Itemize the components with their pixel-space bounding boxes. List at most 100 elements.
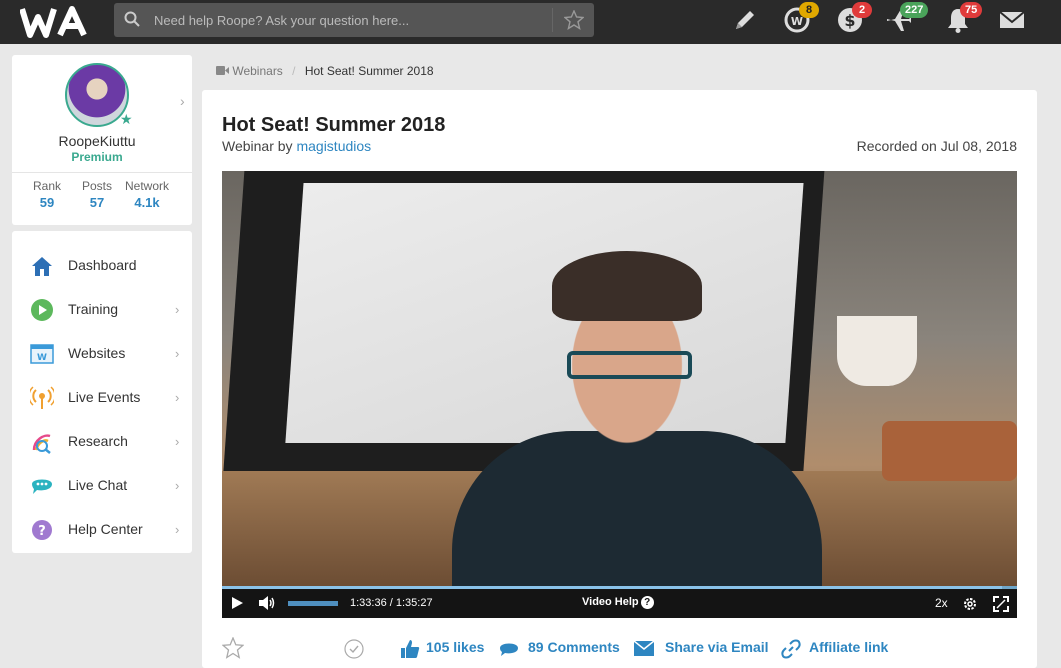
video-camera-icon [216,64,232,78]
breadcrumb: Webinars / Hot Seat! Summer 2018 [216,64,434,78]
chevron-right-icon: › [175,346,180,361]
plane-icon[interactable]: 227 [884,2,929,36]
breadcrumb-current: Hot Seat! Summer 2018 [304,64,434,78]
share-email-button[interactable]: Share via Email [665,639,769,655]
sidebar-item-research[interactable]: Research › [12,420,192,464]
search-input[interactable] [154,3,554,37]
membership-level: Premium [71,150,123,164]
chevron-right-icon: › [175,434,180,449]
stat-label: Rank [32,179,61,193]
affiliate-link-button[interactable]: Affiliate link [809,639,888,655]
breadcrumb-separator: / [292,64,296,78]
sidebar-item-websites[interactable]: W Websites › [12,332,192,376]
video-mousepad-graphic [882,421,1017,481]
sidebar-item-label: Dashboard [68,257,137,273]
chevron-right-icon: › [175,522,180,537]
sidebar-nav: Dashboard Training › W Websites › Live E… [12,231,192,553]
webinar-actions: 105 likes 89 Comments Share via Email Af… [221,635,1017,664]
stat-label: Network [124,179,169,193]
stat-value: 4.1k [134,195,160,210]
sidebar-item-help-center[interactable]: ? Help Center › [12,508,192,552]
home-icon [30,254,54,278]
divider [12,172,192,173]
top-bar: W 8 $ 2 227 75 [0,0,1061,44]
settings-gear-icon[interactable] [962,596,978,617]
video-frame[interactable] [222,171,1017,618]
video-progress-bar[interactable] [222,586,1017,589]
profile-card[interactable]: ★ › RoopeKiuttu Premium Rank 59 Posts 57… [12,55,192,225]
sidebar-item-training[interactable]: Training › [12,288,192,332]
comment-icon[interactable] [498,641,520,662]
video-player[interactable]: 1:33:36 / 1:35:27 Video Help? 2x [222,171,1017,618]
broadcast-icon [28,386,56,410]
video-controls: 1:33:36 / 1:35:27 Video Help? 2x [222,586,1017,618]
website-icon: W [30,342,54,366]
volume-slider[interactable] [288,601,338,606]
sidebar-item-live-events[interactable]: Live Events › [12,376,192,420]
play-icon[interactable] [231,596,244,615]
sidebar-item-label: Help Center [68,521,143,537]
svg-text:?: ? [38,524,46,539]
video-progress-fill [222,586,1002,589]
author-link[interactable]: magistudios [296,138,371,154]
video-help-label: Video Help [582,596,639,608]
question-icon: ? [640,596,654,609]
sidebar-item-live-chat[interactable]: Live Chat › [12,464,192,508]
stat-value: 59 [39,195,55,210]
activity-badge: 227 [900,2,929,18]
chevron-right-icon: › [175,390,180,405]
search-icon [124,11,140,32]
link-icon[interactable] [781,639,801,664]
video-help-button[interactable]: Video Help? [582,596,654,609]
completed-check-icon[interactable] [344,639,364,664]
dollar-icon[interactable]: $ 2 [836,2,872,36]
premium-star-icon: ★ [120,111,133,127]
video-presenter-hair [552,251,702,321]
video-presenter-glasses [567,351,692,379]
volume-icon[interactable] [258,596,276,615]
wa-logo[interactable] [20,5,100,38]
byline-prefix: Webinar by [222,138,293,154]
research-icon [30,430,54,454]
username[interactable]: RoopeKiuttu [12,133,182,149]
thumbs-up-icon[interactable] [400,639,420,664]
breadcrumb-webinars[interactable]: Webinars [232,64,282,78]
comments-button[interactable]: 89 Comments [528,639,620,655]
video-cup-graphic [837,316,917,386]
wa-credits-icon[interactable]: W 8 [783,2,819,36]
favorite-star-icon[interactable] [221,636,245,664]
mail-icon[interactable] [998,6,1028,36]
video-time: 1:33:36 / 1:35:27 [350,597,433,609]
recorded-date: Recorded on Jul 08, 2018 [856,138,1017,154]
svg-text:W: W [37,353,47,363]
sidebar-item-dashboard[interactable]: Dashboard [12,244,192,288]
sidebar-item-label: Training [68,301,119,317]
pencil-icon[interactable] [731,6,761,36]
email-icon[interactable] [633,640,655,661]
chevron-right-icon: › [175,478,180,493]
sidebar-item-label: Research [68,433,128,449]
stat-value: 57 [89,195,105,210]
search-bar [114,3,594,37]
fullscreen-icon[interactable] [993,596,1009,617]
earnings-badge: 2 [852,2,872,18]
star-icon[interactable] [563,9,585,35]
sidebar-item-label: Live Chat [68,477,128,493]
sidebar-item-label: Live Events [68,389,141,405]
webinar-byline: Webinar by magistudios [222,138,371,154]
stat-posts: Posts 57 [79,179,115,210]
stat-label: Posts [81,179,112,193]
playback-speed-button[interactable]: 2x [935,596,948,610]
credits-badge: 8 [799,2,819,18]
svg-text:W: W [791,15,803,28]
help-icon: ? [30,518,54,542]
sidebar-item-label: Websites [68,345,126,361]
notifications-badge: 75 [960,2,983,18]
page-title: Hot Seat! Summer 2018 [222,114,446,136]
bell-icon[interactable]: 75 [944,2,983,36]
chevron-right-icon: › [175,302,180,317]
play-circle-icon [30,298,54,322]
chevron-right-icon[interactable]: › [180,93,185,109]
likes-button[interactable]: 105 likes [426,639,484,655]
webinar-card: Hot Seat! Summer 2018 Webinar by magistu… [202,90,1037,668]
